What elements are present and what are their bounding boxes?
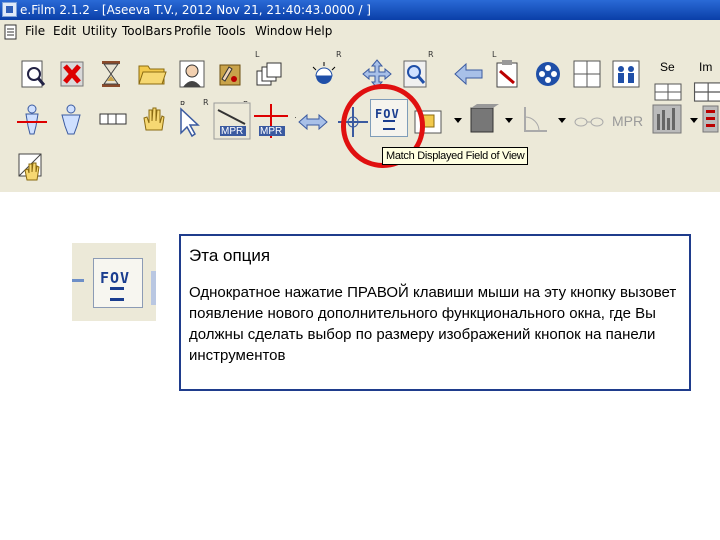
clipboard-icon[interactable] (490, 57, 524, 91)
menu-profile[interactable]: Profile (174, 24, 211, 38)
menu-bar: File Edit Utility ToolBars Profile Tools… (0, 20, 720, 46)
zoomed-fov-preview: FOV (72, 243, 156, 321)
cubes-icon[interactable] (96, 102, 130, 136)
patient-icon[interactable] (175, 57, 209, 91)
panel-icon[interactable] (700, 102, 720, 136)
hand-edit-icon[interactable] (212, 57, 246, 91)
explanation-box: Эта опция Однократное нажатие ПРАВОЙ кла… (179, 234, 691, 391)
fov-equals-icon (110, 287, 124, 301)
glasses-icon[interactable] (572, 105, 606, 139)
menu-window[interactable]: Window (255, 24, 302, 38)
toolbar-area: L R R L Se Im R MPR MPR FOV MPR Match Di… (0, 45, 720, 192)
match-fov-button-enlarged: FOV (93, 258, 143, 308)
angle-icon[interactable] (517, 103, 551, 137)
series-label: Se (660, 60, 675, 74)
mpr-sub-label: MPR (221, 126, 244, 137)
window-title: e.Film 2.1.2 - [Aseeva T.V., 2012 Nov 21… (20, 3, 371, 17)
adjacent-button-fragment (151, 271, 156, 305)
body-outline-icon[interactable] (54, 102, 88, 136)
stack-layout-icon[interactable] (253, 59, 287, 93)
film-reel-icon[interactable] (531, 57, 565, 91)
explanation-title: Эта опция (189, 246, 271, 265)
tooltip: Match Displayed Field of View (382, 147, 529, 165)
window-level-icon[interactable] (307, 57, 341, 91)
document-icon (4, 24, 17, 40)
explanation-text: Однократное нажатие ПРАВОЙ клавиши мыши … (189, 284, 677, 364)
chevron-down-icon[interactable] (454, 118, 462, 123)
user-pair-icon[interactable] (609, 57, 643, 91)
chevron-down-icon[interactable] (505, 118, 513, 123)
hand-grab-icon[interactable] (136, 102, 170, 136)
zoom-icon[interactable] (399, 57, 433, 91)
chevron-down-icon[interactable] (690, 118, 698, 123)
image-icon[interactable] (690, 75, 720, 102)
menu-file[interactable]: File (25, 24, 45, 38)
title-bar: e.Film 2.1.2 - [Aseeva T.V., 2012 Nov 21… (0, 0, 720, 20)
arrows-horizontal-icon[interactable] (296, 105, 330, 139)
menu-utility[interactable]: Utility (82, 24, 117, 38)
pan-crop-icon[interactable] (15, 150, 49, 184)
arrow-fragment (72, 279, 84, 282)
mpr-sub-label: MPR (260, 126, 283, 137)
menu-tools[interactable]: Tools (216, 24, 246, 38)
mpr-label[interactable]: MPR (612, 113, 643, 129)
open-folder-icon[interactable] (135, 57, 169, 91)
hourglass-icon[interactable] (94, 57, 128, 91)
gray-box-icon[interactable] (465, 102, 499, 136)
arrow-left-icon[interactable] (452, 57, 486, 91)
pointer-icon[interactable] (173, 105, 207, 139)
menu-help[interactable]: Help (305, 24, 332, 38)
layout-side-label: L (255, 50, 260, 59)
histogram-icon[interactable] (650, 102, 684, 136)
image-label: Im (699, 60, 713, 74)
menu-edit[interactable]: Edit (53, 24, 76, 38)
menu-toolbars[interactable]: ToolBars (122, 24, 172, 38)
grid-layout-icon[interactable] (570, 57, 604, 91)
close-study-icon[interactable] (55, 57, 89, 91)
chevron-down-icon[interactable] (558, 118, 566, 123)
app-icon (2, 2, 17, 17)
fov-enlarged-text: FOV (100, 269, 131, 287)
body-red-line-icon[interactable] (15, 102, 49, 136)
search-study-icon[interactable] (17, 57, 51, 91)
series-icon[interactable] (651, 75, 685, 101)
